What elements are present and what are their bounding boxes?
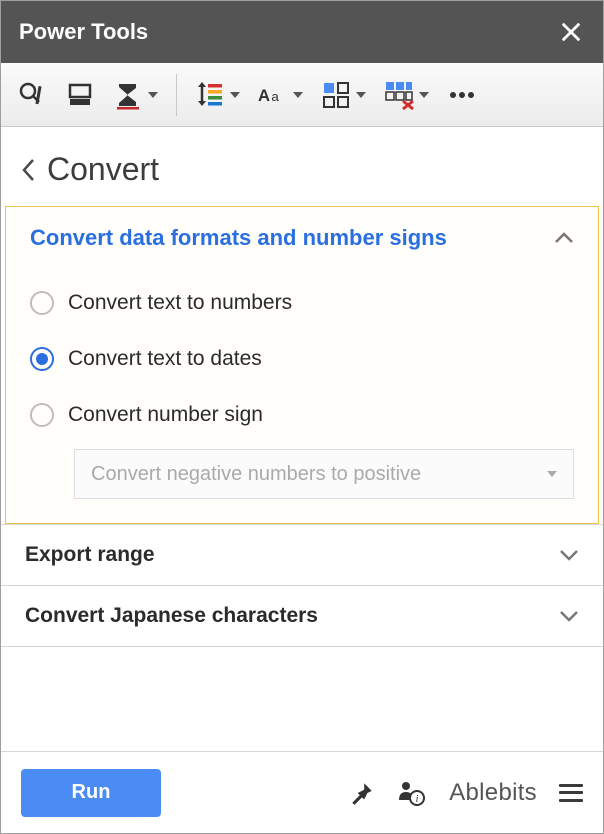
toolbar-text-case-button[interactable]: A a bbox=[252, 72, 309, 118]
radio-number-sign[interactable]: Convert number sign bbox=[30, 387, 574, 443]
caret-down-icon bbox=[547, 471, 557, 477]
magnifier-edit-icon bbox=[17, 80, 47, 110]
more-icon bbox=[447, 80, 477, 110]
radio-label: Convert text to dates bbox=[68, 347, 262, 371]
toolbar-find-replace-button[interactable] bbox=[11, 72, 53, 118]
split-cells-icon bbox=[321, 80, 351, 110]
chevron-down-icon bbox=[559, 609, 579, 623]
dropdown-value: Convert negative numbers to positive bbox=[91, 463, 421, 486]
radio-text-to-dates[interactable]: Convert text to dates bbox=[30, 331, 574, 387]
fill-icon bbox=[65, 80, 95, 110]
section-body: Convert text to numbers Convert text to … bbox=[6, 269, 598, 523]
radio-text-to-numbers[interactable]: Convert text to numbers bbox=[30, 275, 574, 331]
hamburger-line bbox=[559, 791, 583, 794]
text-case-icon: A a bbox=[258, 80, 288, 110]
caret-down-icon bbox=[148, 92, 158, 98]
info-button[interactable]: i bbox=[393, 776, 427, 810]
chevron-up-icon bbox=[554, 231, 574, 245]
person-info-icon: i bbox=[395, 778, 425, 808]
pin-icon bbox=[349, 780, 375, 806]
sections: Convert data formats and number signs Co… bbox=[1, 206, 603, 751]
toolbar-sort-button[interactable] bbox=[189, 72, 246, 118]
app-title: Power Tools bbox=[19, 19, 148, 45]
close-icon bbox=[560, 21, 582, 43]
radio-icon bbox=[30, 291, 54, 315]
back-button[interactable] bbox=[21, 158, 35, 182]
radio-icon bbox=[30, 347, 54, 371]
section-header-convert-formats[interactable]: Convert data formats and number signs bbox=[6, 207, 598, 269]
caret-down-icon bbox=[230, 92, 240, 98]
sigma-icon bbox=[113, 80, 143, 110]
sort-icon bbox=[195, 80, 225, 110]
radio-label: Convert text to numbers bbox=[68, 291, 292, 315]
footer: Run i Ablebits bbox=[1, 751, 603, 833]
svg-text:i: i bbox=[416, 794, 419, 805]
toolbar-fill-button[interactable] bbox=[59, 72, 101, 118]
radio-label: Convert number sign bbox=[68, 403, 263, 427]
breadcrumb: Convert bbox=[1, 127, 603, 206]
toolbar-remove-table-button[interactable] bbox=[378, 72, 435, 118]
menu-button[interactable] bbox=[559, 784, 583, 802]
section-convert-formats: Convert data formats and number signs Co… bbox=[5, 206, 599, 524]
number-sign-dropdown: Convert negative numbers to positive bbox=[74, 449, 574, 499]
close-button[interactable] bbox=[557, 18, 585, 46]
section-export-range: Export range bbox=[1, 524, 603, 585]
section-title: Export range bbox=[25, 543, 155, 567]
table-remove-icon bbox=[384, 80, 414, 110]
section-header-japanese[interactable]: Convert Japanese characters bbox=[1, 586, 603, 646]
caret-down-icon bbox=[356, 92, 366, 98]
run-button[interactable]: Run bbox=[21, 769, 161, 817]
svg-text:A: A bbox=[258, 85, 270, 104]
section-title: Convert Japanese characters bbox=[25, 604, 318, 628]
section-title: Convert data formats and number signs bbox=[30, 225, 447, 251]
pin-button[interactable] bbox=[345, 776, 379, 810]
toolbar-divider bbox=[176, 74, 177, 116]
radio-icon bbox=[30, 403, 54, 427]
caret-down-icon bbox=[419, 92, 429, 98]
caret-down-icon bbox=[293, 92, 303, 98]
chevron-down-icon bbox=[559, 548, 579, 562]
section-header-export-range[interactable]: Export range bbox=[1, 525, 603, 585]
page-title: Convert bbox=[47, 151, 159, 188]
toolbar-sigma-button[interactable] bbox=[107, 72, 164, 118]
hamburger-line bbox=[559, 784, 583, 787]
toolbar: A a bbox=[1, 63, 603, 127]
brand-link[interactable]: Ablebits bbox=[449, 779, 537, 807]
toolbar-more-button[interactable] bbox=[441, 72, 483, 118]
hamburger-line bbox=[559, 799, 583, 802]
section-japanese: Convert Japanese characters bbox=[1, 585, 603, 647]
toolbar-split-button[interactable] bbox=[315, 72, 372, 118]
svg-text:a: a bbox=[271, 88, 279, 103]
title-bar: Power Tools bbox=[1, 1, 603, 63]
